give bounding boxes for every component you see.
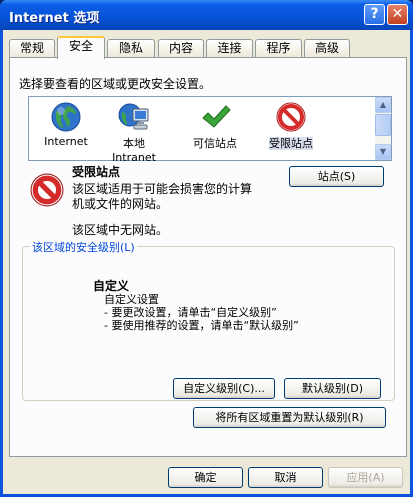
zone-internet-label: Internet xyxy=(44,135,88,148)
scroll-thumb[interactable] xyxy=(375,114,391,136)
default-level-button[interactable]: 默认级别(D) xyxy=(284,378,381,399)
tab-advanced[interactable]: 高级 xyxy=(304,39,350,58)
zone-intranet-label: 本地 Intranet xyxy=(112,137,156,164)
zone-title: 受限站点 xyxy=(72,165,121,179)
zone-instruction: 选择要查看的区域或更改安全设置。 xyxy=(19,77,212,91)
zone-scrollbar[interactable]: ▲ ▼ xyxy=(375,97,391,160)
zone-trusted-sites[interactable]: 可信站点 xyxy=(180,101,250,151)
scroll-down-icon[interactable]: ▼ xyxy=(375,144,391,160)
tab-strip: 常规 安全 隐私 内容 连接 程序 高级 xyxy=(9,36,405,59)
custom-level-description: 自定义设置 - 要更改设置，请单击“自定义级别” - 要使用推荐的设置，请单击“… xyxy=(104,293,299,332)
scroll-up-icon[interactable]: ▲ xyxy=(375,97,391,113)
tab-programs[interactable]: 程序 xyxy=(255,39,302,58)
zone-internet[interactable]: Internet xyxy=(31,101,101,148)
restricted-large-icon xyxy=(30,173,64,207)
restricted-icon xyxy=(276,102,306,132)
tab-content[interactable]: 内容 xyxy=(158,39,204,58)
reset-all-zones-button[interactable]: 将所有区域重置为默认级别(R) xyxy=(193,407,386,428)
window-title: Internet 选项 xyxy=(9,11,100,26)
zone-local-intranet[interactable]: 本地 Intranet xyxy=(99,101,169,164)
zone-note: 该区域中无网站。 xyxy=(72,223,169,237)
apply-button[interactable]: 应用(A) xyxy=(328,467,403,488)
title-bar[interactable]: Internet 选项 ? ✕ xyxy=(0,0,413,30)
ok-button[interactable]: 确定 xyxy=(168,467,243,488)
sites-button[interactable]: 站点(S) xyxy=(289,166,384,187)
intranet-icon xyxy=(118,103,149,130)
tab-connections[interactable]: 连接 xyxy=(206,39,253,58)
zone-list: Internet 本地 Intranet 可信站点 受限站点 ▲ ▼ xyxy=(28,96,392,164)
tab-privacy[interactable]: 隐私 xyxy=(107,39,155,58)
zone-trusted-label: 可信站点 xyxy=(193,137,237,150)
tab-general[interactable]: 常规 xyxy=(9,39,55,58)
help-button[interactable]: ? xyxy=(364,4,385,25)
close-button[interactable]: ✕ xyxy=(387,4,408,25)
custom-level-button[interactable]: 自定义级别(C)... xyxy=(173,378,275,399)
cancel-button[interactable]: 取消 xyxy=(248,467,323,488)
zone-restricted-label: 受限站点 xyxy=(269,137,313,150)
checkmark-icon xyxy=(202,105,231,128)
custom-level-title: 自定义 xyxy=(93,279,130,293)
zone-restricted-sites[interactable]: 受限站点 xyxy=(256,101,326,151)
tab-security[interactable]: 安全 xyxy=(57,36,105,59)
security-panel: 选择要查看的区域或更改安全设置。 Internet 本地 Intranet 可信… xyxy=(9,57,407,457)
security-level-title: 该区域的安全级别(L) xyxy=(30,239,137,255)
zone-description: 该区域适用于可能会损害您的计算 机或文件的网站。 xyxy=(72,182,253,211)
globe-icon xyxy=(51,102,81,132)
internet-options-window: Internet 选项 ? ✕ 常规 安全 隐私 内容 连接 程序 高级 选择要… xyxy=(0,0,413,497)
